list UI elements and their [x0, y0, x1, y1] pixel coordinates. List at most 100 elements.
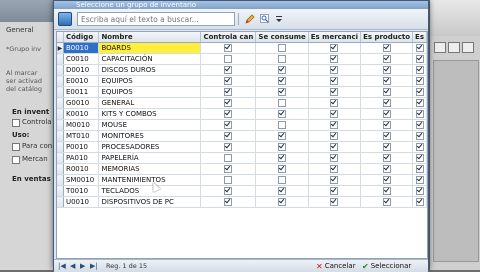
first-record-icon[interactable]: |◀ — [58, 262, 66, 270]
flag-checkbox[interactable] — [224, 88, 233, 96]
flag-checkbox[interactable] — [382, 187, 391, 195]
flag-checkbox[interactable] — [415, 143, 424, 151]
cell-codigo[interactable]: E0010 — [63, 75, 100, 87]
flag-checkbox[interactable] — [330, 198, 339, 206]
flag-checkbox[interactable] — [278, 121, 287, 129]
flag-checkbox[interactable] — [415, 110, 424, 118]
flag-checkbox[interactable] — [330, 44, 339, 52]
flag-checkbox[interactable] — [382, 132, 391, 140]
flag-checkbox[interactable] — [415, 132, 424, 140]
search-button[interactable] — [258, 12, 272, 26]
column-header-es-producto[interactable]: Es producto — [360, 32, 414, 43]
cell-codigo[interactable]: G0010 — [63, 97, 100, 109]
cell-codigo[interactable]: SM0010 — [63, 174, 100, 186]
flag-checkbox[interactable] — [415, 154, 424, 162]
flag-checkbox[interactable] — [278, 44, 287, 52]
table-row[interactable]: D0010 DISCOS DUROS — [57, 64, 427, 76]
cell-nombre[interactable]: EQUIPOS — [98, 86, 202, 98]
table-row[interactable]: R0010 MEMORIAS — [57, 163, 427, 175]
flag-checkbox[interactable] — [415, 121, 424, 129]
flag-checkbox[interactable] — [382, 165, 391, 173]
flag-checkbox[interactable] — [224, 55, 233, 63]
flag-checkbox[interactable] — [382, 154, 391, 162]
flag-checkbox[interactable] — [278, 77, 287, 85]
flag-checkbox[interactable] — [415, 99, 424, 107]
flag-checkbox[interactable] — [224, 66, 233, 74]
flag-checkbox[interactable] — [415, 88, 424, 96]
flag-checkbox[interactable] — [382, 77, 391, 85]
inventory-group-grid[interactable]: Código Nombre Controla can Se consume Es… — [56, 31, 428, 259]
table-row[interactable]: ▶ B0010 BOARDS — [57, 42, 427, 54]
table-row[interactable]: C0010 CAPACITACIÓN — [57, 53, 427, 65]
cell-nombre[interactable]: MOUSE — [98, 119, 202, 131]
cell-nombre[interactable]: DISCOS DUROS — [98, 64, 202, 76]
flag-checkbox[interactable] — [415, 176, 424, 184]
flag-checkbox[interactable] — [224, 99, 233, 107]
flag-checkbox[interactable] — [415, 55, 424, 63]
flag-checkbox[interactable] — [330, 66, 339, 74]
cell-codigo[interactable]: D0010 — [63, 64, 100, 76]
flag-checkbox[interactable] — [382, 99, 391, 107]
cell-codigo[interactable]: T0010 — [63, 185, 100, 197]
cell-nombre[interactable]: BOARDS — [98, 42, 202, 54]
column-header-es-mercancia[interactable]: Es mercanci — [308, 32, 362, 43]
table-row[interactable]: U0010 DISPOSITIVOS DE PC — [57, 196, 427, 208]
flag-checkbox[interactable] — [330, 77, 339, 85]
flag-checkbox[interactable] — [415, 66, 424, 74]
table-row[interactable]: P0010 PROCESADORES — [57, 141, 427, 153]
cell-nombre[interactable]: GENERAL — [98, 97, 202, 109]
flag-checkbox[interactable] — [278, 99, 287, 107]
table-row[interactable]: E0011 EQUIPOS — [57, 86, 427, 98]
flag-checkbox[interactable] — [415, 187, 424, 195]
cell-nombre[interactable]: MONITORES — [98, 130, 202, 142]
cell-nombre[interactable]: PAPELERÍA — [98, 152, 202, 164]
cell-codigo[interactable]: E0011 — [63, 86, 100, 98]
flag-checkbox[interactable] — [224, 187, 233, 195]
previous-record-icon[interactable]: ◀ — [70, 262, 75, 270]
flag-checkbox[interactable] — [382, 110, 391, 118]
flag-checkbox[interactable] — [278, 187, 287, 195]
cell-codigo[interactable]: B0010 — [63, 42, 100, 54]
flag-checkbox[interactable] — [224, 165, 233, 173]
column-header-controla-cantidad[interactable]: Controla can — [200, 32, 257, 43]
flag-checkbox[interactable] — [278, 55, 287, 63]
flag-checkbox[interactable] — [224, 110, 233, 118]
flag-checkbox[interactable] — [382, 55, 391, 63]
flag-checkbox[interactable] — [224, 198, 233, 206]
flag-checkbox[interactable] — [278, 88, 287, 96]
flag-checkbox[interactable] — [330, 176, 339, 184]
cell-codigo[interactable]: M0010 — [63, 119, 100, 131]
flag-checkbox[interactable] — [278, 154, 287, 162]
flag-checkbox[interactable] — [330, 110, 339, 118]
toolbar-options-button[interactable] — [274, 12, 284, 26]
flag-checkbox[interactable] — [382, 198, 391, 206]
flag-checkbox[interactable] — [382, 88, 391, 96]
column-header-codigo[interactable]: Código — [63, 32, 100, 43]
cell-codigo[interactable]: R0010 — [63, 163, 100, 175]
flag-checkbox[interactable] — [278, 66, 287, 74]
flag-checkbox[interactable] — [330, 132, 339, 140]
flag-checkbox[interactable] — [278, 198, 287, 206]
flag-checkbox[interactable] — [278, 143, 287, 151]
flag-checkbox[interactable] — [224, 154, 233, 162]
flag-checkbox[interactable] — [224, 44, 233, 52]
flag-checkbox[interactable] — [224, 143, 233, 151]
flag-checkbox[interactable] — [330, 154, 339, 162]
flag-checkbox[interactable] — [330, 165, 339, 173]
flag-checkbox[interactable] — [382, 143, 391, 151]
cell-nombre[interactable]: DISPOSITIVOS DE PC — [98, 196, 202, 208]
cell-nombre[interactable]: EQUIPOS — [98, 75, 202, 87]
table-row[interactable]: M0010 MOUSE — [57, 119, 427, 131]
flag-checkbox[interactable] — [278, 176, 287, 184]
table-row[interactable]: G0010 GENERAL — [57, 97, 427, 109]
last-record-icon[interactable]: ▶| — [90, 262, 98, 270]
flag-checkbox[interactable] — [382, 66, 391, 74]
table-row[interactable]: SM0010 MANTENIMIENTOS — [57, 174, 427, 186]
flag-checkbox[interactable] — [224, 77, 233, 85]
flag-checkbox[interactable] — [415, 165, 424, 173]
flag-checkbox[interactable] — [415, 44, 424, 52]
cell-nombre[interactable]: CAPACITACIÓN — [98, 53, 202, 65]
flag-checkbox[interactable] — [415, 77, 424, 85]
cell-nombre[interactable]: KITS Y COMBOS — [98, 108, 202, 120]
flag-checkbox[interactable] — [330, 187, 339, 195]
